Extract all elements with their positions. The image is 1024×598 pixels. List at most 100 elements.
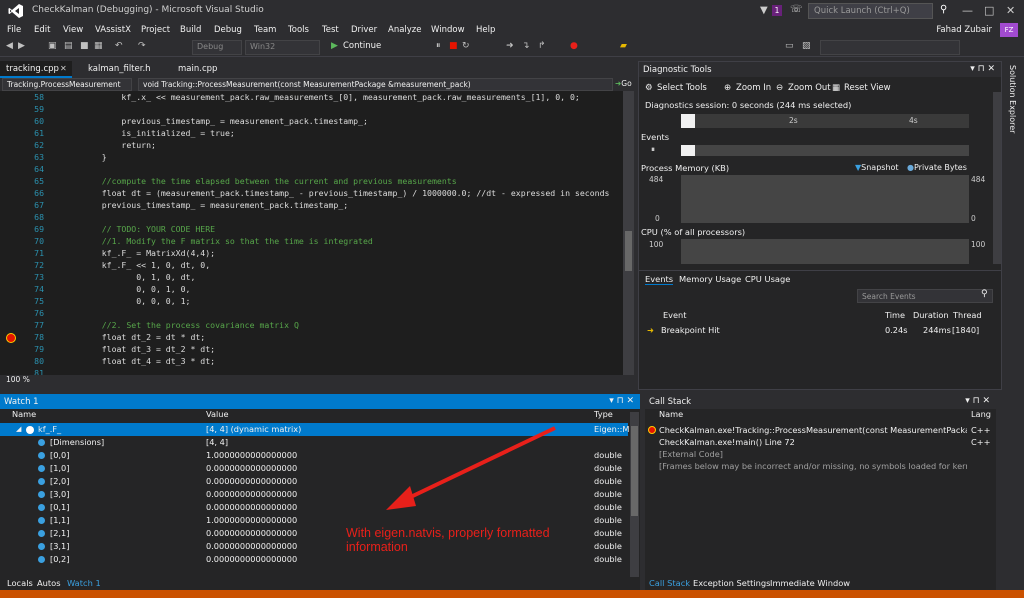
code-line[interactable]: 63 } — [0, 151, 623, 163]
reset-view-button[interactable]: Reset View — [844, 83, 891, 93]
minimize-button[interactable]: — — [962, 4, 973, 17]
code-line[interactable]: 74 0, 0, 1, 0, — [0, 283, 623, 295]
call-stack-row[interactable]: CheckKalman.exe!Tracking::ProcessMeasure… — [645, 424, 996, 436]
tab-cpu-usage[interactable]: CPU Usage — [745, 274, 790, 284]
zoom-out-button[interactable]: Zoom Out — [788, 83, 831, 93]
forward-icon[interactable]: ▶ — [18, 41, 25, 51]
menu-project[interactable]: Project — [141, 25, 170, 35]
step-out-icon[interactable]: ↱ — [538, 41, 546, 51]
redo-icon[interactable]: ↷ — [138, 41, 146, 51]
code-line[interactable]: 72 kf_.F_ << 1, 0, dt, 0, — [0, 259, 623, 271]
collapse-icon[interactable]: ◢ — [16, 423, 21, 436]
search-events-icon[interactable]: ⚲ — [981, 289, 988, 299]
watch-row[interactable]: [0,2] 0.0000000000000000 double — [0, 553, 628, 566]
save-all-icon[interactable]: ▦ — [94, 41, 103, 51]
platform-dropdown[interactable]: Win32 — [245, 40, 320, 55]
menu-window[interactable]: Window — [431, 25, 465, 35]
tab-autos[interactable]: Autos — [37, 578, 61, 588]
code-line[interactable]: 79 float dt_3 = dt_2 * dt; — [0, 343, 623, 355]
select-tools-button[interactable]: Select Tools — [657, 83, 707, 93]
menu-edit[interactable]: Edit — [34, 25, 50, 35]
column-time[interactable]: Time — [885, 310, 905, 320]
column-thread[interactable]: Thread — [953, 310, 982, 320]
code-line[interactable]: 64 — [0, 163, 623, 175]
menu-build[interactable]: Build — [180, 25, 201, 35]
go-button[interactable]: ➜Go — [615, 79, 632, 88]
tab-events[interactable]: Events — [645, 274, 674, 285]
column-lang[interactable]: Lang — [971, 409, 991, 421]
close-panel-icon[interactable]: ▾ ⊓ ✕ — [965, 396, 990, 406]
find-icon[interactable]: ▨ — [802, 41, 811, 51]
tab-memory-usage[interactable]: Memory Usage — [679, 274, 741, 284]
back-icon[interactable]: ◀ — [6, 41, 13, 51]
code-line[interactable]: 59 — [0, 103, 623, 115]
code-line[interactable]: 65 //compute the time elapsed between th… — [0, 175, 623, 187]
code-line[interactable]: 76 — [0, 307, 623, 319]
column-value[interactable]: Value — [206, 409, 228, 421]
events-section-label[interactable]: Events — [641, 132, 669, 142]
undo-icon[interactable]: ↶ — [115, 41, 123, 51]
column-event[interactable]: Event — [663, 310, 686, 320]
code-line[interactable]: 68 — [0, 211, 623, 223]
menu-analyze[interactable]: Analyze — [388, 25, 422, 35]
code-line[interactable]: 70 //1. Modify the F matrix so that the … — [0, 235, 623, 247]
column-type[interactable]: Type — [594, 409, 613, 421]
code-line[interactable]: 66 float dt = (measurement_pack.timestam… — [0, 187, 623, 199]
menu-view[interactable]: View — [63, 25, 83, 35]
call-stack-row[interactable]: [Frames below may be incorrect and/or mi… — [645, 460, 996, 472]
tab-exception-settings[interactable]: Exception Settings — [693, 578, 771, 588]
scroll-thumb[interactable] — [631, 426, 638, 516]
menu-team[interactable]: Team — [254, 25, 276, 35]
user-name[interactable]: Fahad Zubair — [936, 25, 992, 35]
code-editor[interactable]: 58 kf_.x_ << measurement_pack.raw_measur… — [0, 91, 623, 375]
code-line[interactable]: 73 0, 1, 0, dt, — [0, 271, 623, 283]
menu-debug[interactable]: Debug — [214, 25, 242, 35]
configuration-dropdown[interactable]: Debug — [192, 40, 242, 55]
save-icon[interactable]: ■ — [80, 41, 89, 51]
call-stack-row[interactable]: CheckKalman.exe!main() Line 72 C++ — [645, 436, 996, 448]
tab-call-stack[interactable]: Call Stack — [649, 578, 690, 588]
code-line[interactable]: 58 kf_.x_ << measurement_pack.raw_measur… — [0, 91, 623, 103]
scroll-thumb[interactable] — [625, 231, 632, 271]
bookmark-icon[interactable]: ▰ — [620, 41, 627, 51]
cpu-graph[interactable] — [681, 239, 969, 264]
code-line[interactable]: 69 // TODO: YOUR CODE HERE — [0, 223, 623, 235]
menu-driver[interactable]: Driver — [351, 25, 377, 35]
solution-explorer-tab[interactable]: Solution Explorer — [1003, 61, 1024, 390]
filter-icon[interactable]: ▼ — [760, 5, 768, 16]
code-line[interactable]: 77 //2. Set the process covariance matri… — [0, 319, 623, 331]
restart-icon[interactable]: ↻ — [462, 41, 470, 51]
zoom-in-button[interactable]: Zoom In — [736, 83, 771, 93]
menu-test[interactable]: Test — [322, 25, 339, 35]
search-icon[interactable]: ⚲ — [940, 4, 947, 15]
close-panel-icon[interactable]: ▾ ⊓ ✕ — [970, 64, 995, 74]
code-line[interactable]: 81 — [0, 367, 623, 375]
feedback-icon[interactable]: ☏ — [790, 4, 803, 15]
pause-icon[interactable]: ⏸ — [436, 41, 441, 51]
tab-main-cpp[interactable]: main.cpp — [172, 61, 223, 78]
code-line[interactable]: 78 float dt_2 = dt * dt; — [0, 331, 623, 343]
continue-icon[interactable]: ▶ — [331, 41, 338, 51]
tab-watch-1[interactable]: Watch 1 — [67, 578, 101, 588]
maximize-button[interactable]: □ — [984, 4, 994, 17]
watch-scrollbar[interactable] — [630, 412, 639, 577]
breakpoint-current-icon[interactable] — [6, 333, 16, 343]
find-combo[interactable] — [820, 40, 960, 55]
event-name[interactable]: Breakpoint Hit — [661, 325, 720, 335]
zoom-level[interactable]: 100 % — [0, 375, 634, 386]
close-panel-icon[interactable]: ▾ ⊓ ✕ — [609, 396, 634, 406]
stop-icon[interactable]: ■ — [449, 41, 458, 51]
quick-launch-input[interactable]: Quick Launch (Ctrl+Q) — [808, 3, 933, 19]
code-line[interactable]: 75 0, 0, 0, 1; — [0, 295, 623, 307]
step-over-icon[interactable]: ↴ — [522, 41, 530, 51]
call-stack-row[interactable]: [External Code] — [645, 448, 996, 460]
code-line[interactable]: 62 return; — [0, 139, 623, 151]
code-line[interactable]: 60 previous_timestamp_ = measurement_pac… — [0, 115, 623, 127]
selection-range[interactable] — [681, 114, 695, 128]
menu-tools[interactable]: Tools — [288, 25, 309, 35]
column-duration[interactable]: Duration — [913, 310, 949, 320]
event-marker[interactable] — [681, 145, 695, 156]
column-name[interactable]: Name — [659, 409, 683, 421]
menu-vassistx[interactable]: VAssistX — [95, 25, 131, 35]
code-line[interactable]: 80 float dt_4 = dt_3 * dt; — [0, 355, 623, 367]
